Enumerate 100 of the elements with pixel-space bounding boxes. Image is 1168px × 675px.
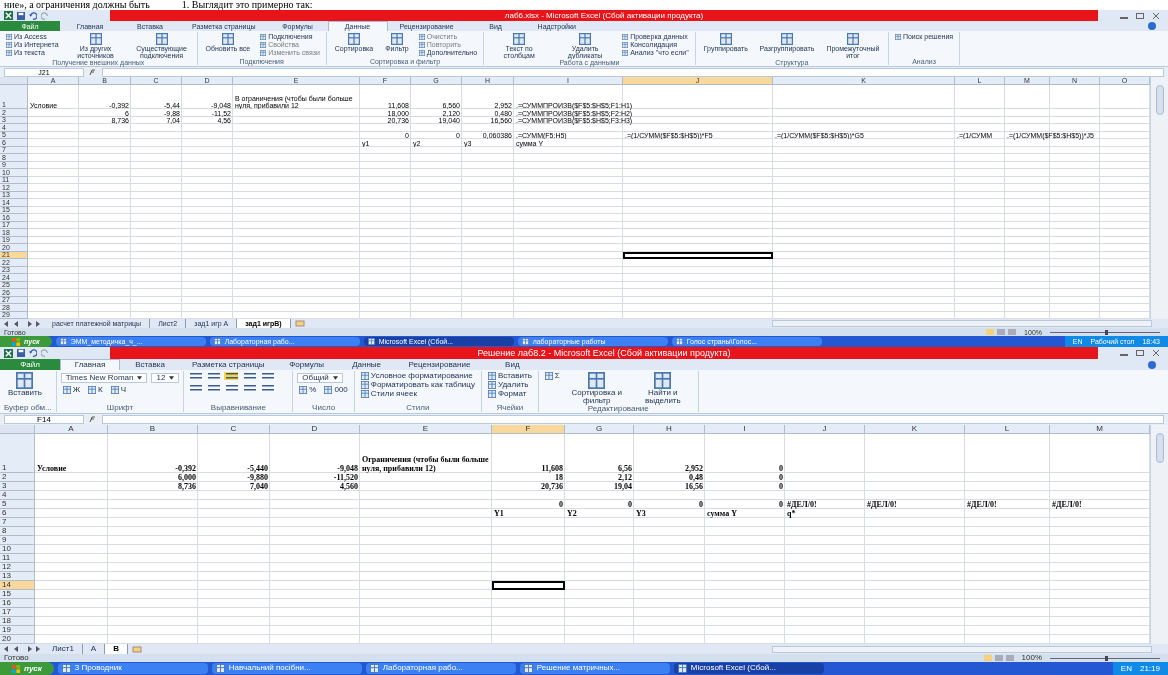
cell-text: сумма Y <box>706 509 738 518</box>
ribbon-tab[interactable]: Файл <box>0 359 60 370</box>
vertical-scrollbar[interactable] <box>1150 425 1168 644</box>
row-header[interactable]: 2 <box>0 473 35 482</box>
cell-text: -5,440 <box>246 464 269 473</box>
column-header[interactable]: C <box>198 425 270 434</box>
row-header[interactable]: 18 <box>0 617 35 626</box>
row-header[interactable]: 13 <box>0 572 35 581</box>
taskbar-button[interactable]: Навчальний посібни... <box>211 662 362 674</box>
ribbon-tab[interactable]: Данные <box>336 359 397 370</box>
save-icon[interactable] <box>17 349 25 357</box>
table-icon <box>88 386 97 394</box>
ribbon-button[interactable]: Формат <box>485 390 529 398</box>
ribbon-tab[interactable]: Рецензирование <box>396 359 483 370</box>
formula-input[interactable] <box>102 414 1164 425</box>
row-header[interactable]: 6 <box>0 509 35 518</box>
undo-icon[interactable] <box>29 349 37 357</box>
column-header[interactable]: A <box>35 425 108 434</box>
ribbon-tab[interactable]: Главная <box>60 359 120 370</box>
formula-input[interactable] <box>102 67 1164 77</box>
column-header[interactable]: B <box>108 425 198 434</box>
ribbon-button[interactable]: Удалить <box>485 381 531 389</box>
taskbar-button[interactable]: Решение матричных... <box>519 662 670 674</box>
ribbon-button[interactable]: % <box>297 386 319 394</box>
row-header[interactable]: 8 <box>0 527 35 536</box>
column-header[interactable]: L <box>965 425 1050 434</box>
horizontal-scrollbar[interactable] <box>772 320 1152 327</box>
zoom-slider-thumb[interactable] <box>1105 329 1108 335</box>
row-header[interactable]: 11 <box>0 554 35 563</box>
vertical-scrollbar[interactable] <box>1150 77 1168 319</box>
row-header[interactable]: 14 <box>0 581 35 590</box>
ribbon-button[interactable]: Стили ячеек <box>358 390 419 398</box>
ribbon-button[interactable]: Σ <box>542 372 562 380</box>
name-box[interactable]: F14 <box>4 414 84 425</box>
column-header[interactable]: H <box>634 425 705 434</box>
row-header[interactable]: 9 <box>0 536 35 545</box>
taskbar-button[interactable]: Microsoft Excel (Сбой... <box>673 662 824 674</box>
scrollbar-thumb[interactable] <box>1155 85 1164 115</box>
ribbon-tab[interactable]: Формулы <box>276 359 337 370</box>
dropdown-field[interactable]: 12 <box>151 373 180 383</box>
scrollbar-thumb[interactable] <box>1155 433 1164 463</box>
close-icon[interactable] <box>1152 12 1160 19</box>
ribbon-button[interactable]: Ж <box>60 386 83 394</box>
row-header[interactable]: 3 <box>0 482 35 491</box>
ribbon-button[interactable]: Условное форматирование <box>358 372 475 380</box>
fx-icon[interactable] <box>88 68 98 76</box>
row-header[interactable]: 15 <box>0 590 35 599</box>
row-header[interactable]: 10 <box>0 545 35 554</box>
ribbon-button[interactable]: 000 <box>322 386 350 394</box>
dropdown-field[interactable]: Times New Roman <box>60 373 148 383</box>
ribbon-button[interactable]: Форматировать как таблицу <box>358 381 477 389</box>
taskbar-button[interactable]: 3 Проводник <box>57 662 208 674</box>
taskbar-button[interactable]: Лабораторная рабо... <box>365 662 516 674</box>
cell-text: Y3 <box>635 509 647 518</box>
help-icon[interactable] <box>1148 361 1156 369</box>
maximize-icon[interactable] <box>1136 12 1144 19</box>
save-icon[interactable] <box>17 11 25 20</box>
row-header[interactable]: 12 <box>0 563 35 572</box>
table-icon <box>579 33 592 45</box>
row-header[interactable]: 5 <box>0 500 35 509</box>
column-header[interactable]: F <box>492 425 565 434</box>
column-header[interactable]: K <box>865 425 965 434</box>
ribbon-button[interactable]: Вставить <box>485 372 534 380</box>
ribbon-button[interactable]: Вставить <box>4 372 46 397</box>
column-header[interactable]: J <box>785 425 865 434</box>
zoom-slider-thumb[interactable] <box>1105 655 1108 661</box>
row-header[interactable]: 17 <box>0 608 35 617</box>
window-icon <box>61 664 71 673</box>
ribbon-tab[interactable]: Вставка <box>120 359 180 370</box>
row-header[interactable]: 1 <box>0 434 35 473</box>
sheet-navigation-icon[interactable] <box>4 320 40 327</box>
ribbon-button[interactable]: Найти и выделить <box>631 372 694 405</box>
cell-text: 2,12 <box>617 473 633 482</box>
table-icon <box>719 33 732 45</box>
column-header[interactable]: M <box>1050 425 1150 434</box>
ribbon-tab[interactable]: Вид <box>482 359 543 370</box>
close-icon[interactable] <box>1152 350 1160 356</box>
ribbon-button[interactable]: Сортировка и фильтр <box>565 372 628 405</box>
dropdown-field[interactable]: Общий <box>297 373 343 383</box>
row-header[interactable]: 19 <box>0 626 35 635</box>
column-header[interactable]: I <box>705 425 785 434</box>
column-header[interactable]: G <box>565 425 634 434</box>
row-header[interactable]: 7 <box>0 518 35 527</box>
caret-icon <box>169 376 175 380</box>
ribbon-button[interactable]: К <box>86 386 105 394</box>
maximize-icon[interactable] <box>1136 350 1144 356</box>
column-header[interactable]: D <box>270 425 360 434</box>
ribbon-button[interactable]: Ч <box>108 386 129 394</box>
sheet-navigation-icon[interactable] <box>4 646 40 652</box>
table-icon <box>654 372 672 389</box>
help-icon[interactable] <box>1148 22 1156 30</box>
fx-icon[interactable] <box>88 416 98 423</box>
undo-icon[interactable] <box>29 11 37 20</box>
start-button[interactable]: пуск <box>0 662 54 675</box>
status-text: Готово <box>4 654 29 662</box>
cell-text: 0,48 <box>688 473 704 482</box>
row-header[interactable]: 4 <box>0 491 35 500</box>
ribbon-tab[interactable]: Разметка страницы <box>180 359 277 370</box>
column-header[interactable]: E <box>360 425 492 434</box>
horizontal-scrollbar[interactable] <box>772 645 1152 653</box>
